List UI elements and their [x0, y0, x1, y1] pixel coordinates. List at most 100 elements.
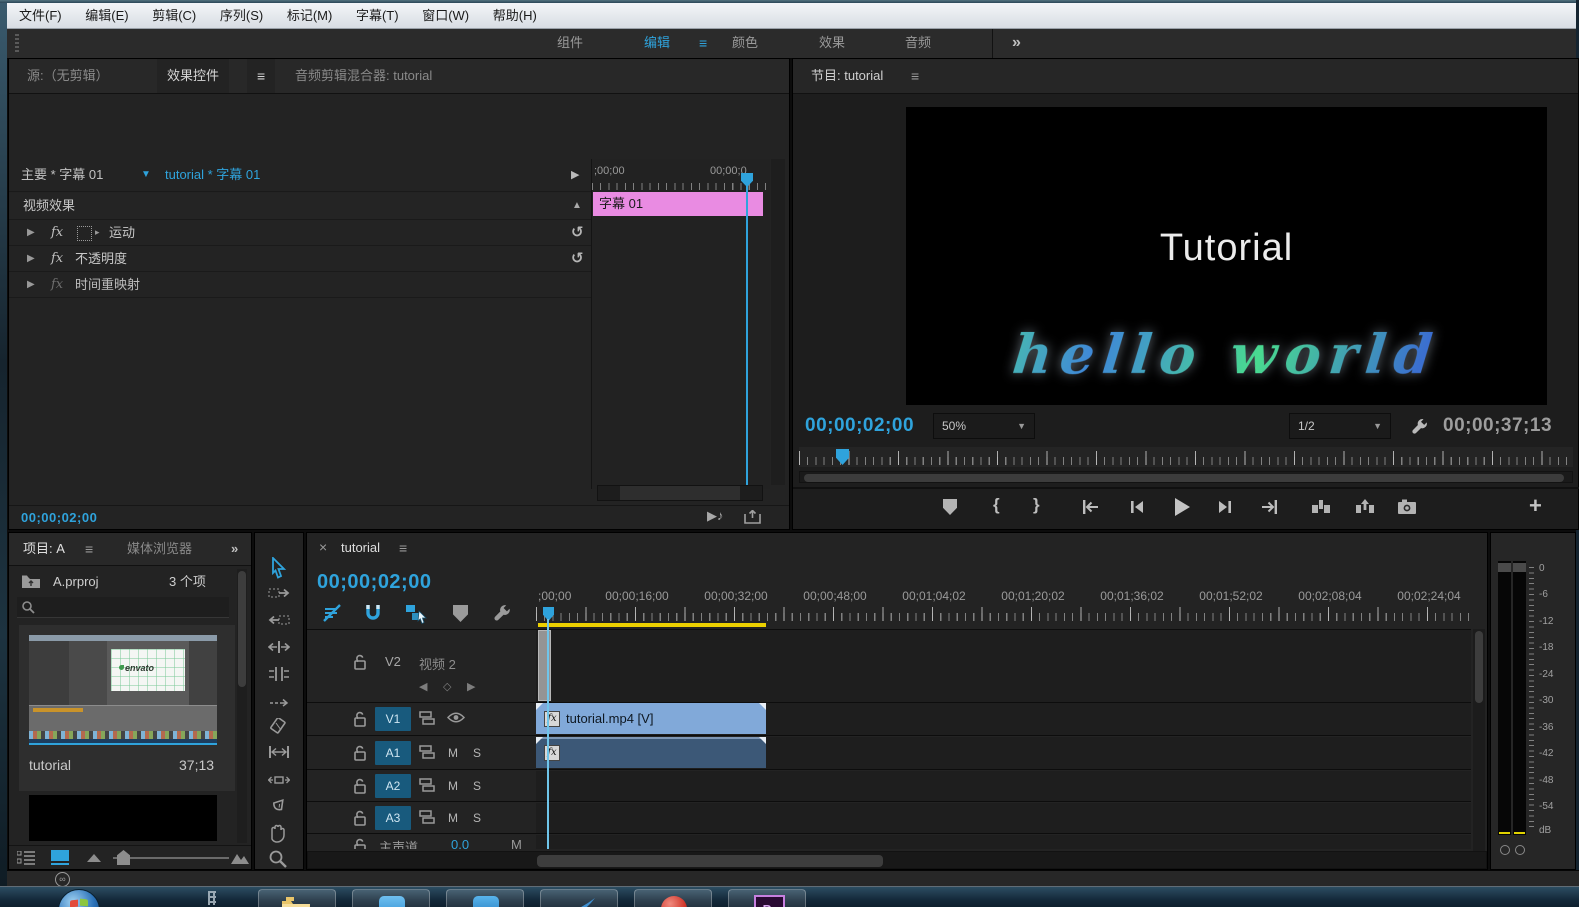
icon-view-icon[interactable]	[51, 850, 69, 865]
reset-icon[interactable]: ↺	[571, 246, 584, 271]
start-button-orb[interactable]	[58, 889, 100, 907]
program-ruler[interactable]	[799, 447, 1573, 467]
track-v1-content[interactable]: fx tutorial.mp4 [V]	[536, 703, 1471, 736]
track-v2-label[interactable]: V2	[385, 654, 401, 669]
step-back-icon[interactable]	[1129, 499, 1145, 515]
solo-button[interactable]: S	[467, 808, 487, 828]
keyframe-nav-next-icon[interactable]: ▶	[467, 680, 483, 693]
rolling-edit-tool-icon[interactable]	[268, 666, 292, 688]
clip-name[interactable]: tutorial	[29, 757, 71, 773]
taskbar-button-app-swoosh[interactable]	[540, 889, 618, 907]
workspace-tab-edit[interactable]: 编辑	[644, 29, 670, 57]
timeline-hscrollbar[interactable]	[307, 851, 1487, 869]
motion-expand-icon[interactable]: ▸	[95, 220, 100, 245]
keyframe-nav-previous-icon[interactable]: ◀	[419, 680, 435, 693]
mute-button[interactable]: M	[443, 743, 463, 763]
effect-row-motion[interactable]: ▶ fx ▸ 运动 ↺	[9, 220, 591, 246]
selection-tool-icon[interactable]	[268, 557, 292, 579]
timeline-settings-wrench-icon[interactable]	[493, 603, 512, 622]
track-select-forward-tool-icon[interactable]	[268, 585, 292, 607]
timeline-menu-icon[interactable]: ≡	[399, 540, 407, 556]
slide-tool-icon[interactable]	[268, 772, 292, 794]
zoom-in-large-icon[interactable]	[231, 851, 249, 864]
effect-name[interactable]: 运动	[109, 220, 135, 245]
play-audio-icon[interactable]: ▶♪	[707, 508, 724, 524]
lock-icon[interactable]	[353, 810, 367, 826]
export-frame-camera-icon[interactable]	[1397, 499, 1417, 515]
go-to-out-icon[interactable]	[1261, 499, 1279, 515]
master-volume-value[interactable]: 0.0	[451, 837, 469, 849]
keyframe-add-icon[interactable]: ◇	[443, 680, 459, 693]
program-video-area[interactable]: Tutorial hello world	[906, 107, 1547, 405]
zoom-out-small-icon[interactable]	[87, 854, 101, 862]
section-collapse-icon[interactable]: ▲	[572, 193, 582, 219]
timeline-playhead-line[interactable]	[547, 619, 549, 849]
track-a1-target-badge[interactable]: A1	[375, 741, 411, 765]
lock-icon[interactable]	[353, 654, 367, 670]
mark-in-icon[interactable]: {	[993, 495, 1000, 515]
project-overflow-chevron[interactable]: »	[221, 533, 248, 565]
meter-channel-left-indicator[interactable]	[1500, 845, 1510, 855]
tab-media-browser[interactable]: 媒体浏览器	[117, 533, 202, 565]
hand-tool-icon[interactable]	[268, 823, 292, 845]
lock-icon[interactable]	[353, 838, 367, 849]
motion-transform-icon[interactable]	[77, 226, 92, 241]
source-patch-icon[interactable]	[419, 810, 435, 824]
add-marker-icon[interactable]	[943, 499, 957, 515]
header-expand-icon[interactable]: ▶	[571, 159, 579, 191]
track-v2-content[interactable]	[536, 629, 1471, 703]
source-patch-icon[interactable]	[419, 711, 435, 725]
workspace-tab-components[interactable]: 组件	[557, 29, 583, 57]
expand-icon[interactable]: ▶	[27, 272, 35, 297]
track-v1-target-badge[interactable]: V1	[375, 707, 411, 731]
tab-effect-controls[interactable]: 效果控件	[157, 59, 229, 93]
track-select-backward-tool-icon[interactable]	[268, 612, 292, 634]
workspace-overflow-chevron[interactable]: »	[1012, 29, 1021, 57]
zoom-level-dropdown[interactable]: 50% ▼	[933, 413, 1035, 439]
workspace-edit-menu-icon[interactable]: ≡	[699, 29, 707, 57]
project-item-card[interactable]: envato tutorial 37;13	[19, 625, 235, 791]
menu-file[interactable]: 文件(F)	[19, 3, 62, 29]
mute-button[interactable]: M	[443, 776, 463, 796]
menu-help[interactable]: 帮助(H)	[493, 3, 537, 29]
program-timecode[interactable]: 00;00;02;00	[805, 415, 914, 437]
razor-tool-icon[interactable]	[268, 718, 292, 740]
snap-magnet-icon[interactable]	[363, 603, 383, 623]
reset-icon[interactable]: ↺	[571, 220, 584, 245]
creative-cloud-icon[interactable]: ∞	[55, 872, 70, 887]
effect-lanes-vscrollbar[interactable]	[771, 159, 785, 485]
project-item-thumb-2[interactable]	[29, 795, 217, 841]
master-dropdown-icon[interactable]: ▼	[141, 159, 151, 191]
pen-tool-icon[interactable]	[268, 797, 292, 819]
track-a3-content[interactable]	[536, 803, 1471, 834]
effect-row-opacity[interactable]: ▶ fx 不透明度 ↺	[9, 246, 591, 272]
effect-row-time-remap[interactable]: ▶ fx 时间重映射	[9, 272, 591, 298]
project-vscrollbar[interactable]	[237, 569, 247, 843]
project-search-box[interactable]	[17, 597, 229, 618]
program-settings-wrench-icon[interactable]	[1411, 417, 1429, 435]
expand-icon[interactable]: ▶	[27, 220, 35, 245]
taskbar-button-app-blue-2[interactable]	[446, 889, 524, 907]
project-menu-icon[interactable]: ≡	[75, 533, 103, 565]
effect-lanes-hscrollbar[interactable]	[597, 485, 763, 501]
menu-window[interactable]: 窗口(W)	[422, 3, 469, 29]
tab-audio-clip-mixer[interactable]: 音频剪辑混合器: tutorial	[285, 59, 442, 93]
track-a2-content[interactable]	[536, 771, 1471, 802]
track-a2-target-badge[interactable]: A2	[375, 774, 411, 798]
project-file-name[interactable]: A.prproj	[53, 569, 99, 595]
solo-button[interactable]: S	[467, 743, 487, 763]
expand-icon[interactable]: ▶	[27, 246, 35, 271]
mini-playhead-line[interactable]	[746, 185, 748, 489]
workspace-grip[interactable]	[15, 34, 19, 52]
mark-out-icon[interactable]: }	[1033, 495, 1040, 515]
source-patch-icon[interactable]	[419, 745, 435, 759]
taskbar-button-app-red[interactable]	[634, 889, 712, 907]
timeline-timecode[interactable]: 00;00;02;00	[317, 571, 431, 594]
title-clip-mini[interactable]: 字幕 01	[593, 192, 763, 216]
timeline-ruler[interactable]: ;00;00 00;00;16;00 00;00;32;00 00;00;48;…	[536, 585, 1471, 623]
menu-edit[interactable]: 编辑(E)	[85, 3, 128, 29]
zoom-tool-icon[interactable]	[268, 849, 292, 871]
audio-clip-tutorial[interactable]: fx	[536, 737, 766, 768]
meter-channel-right-indicator[interactable]	[1515, 845, 1525, 855]
folder-up-icon[interactable]	[21, 574, 41, 589]
